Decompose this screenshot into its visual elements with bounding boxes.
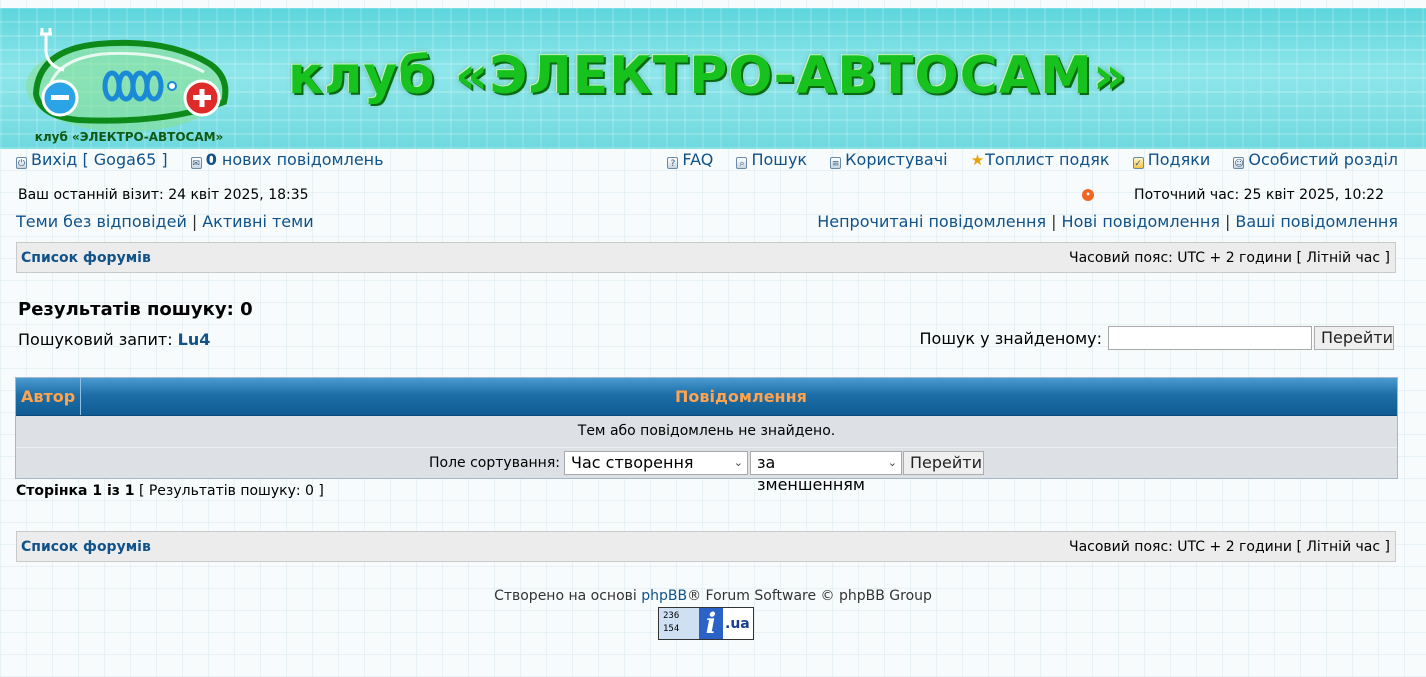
faq-link[interactable]: ? FAQ	[667, 150, 713, 169]
unanswered-topics-link[interactable]: Теми без відповідей	[16, 212, 187, 231]
toplist-link[interactable]: ★Топлист подяк	[971, 150, 1110, 169]
logout-icon: ⏻	[16, 157, 27, 169]
chevron-down-icon: ⌄	[733, 456, 743, 469]
search-within-form: Пошук у знайденому: Перейти	[919, 326, 1394, 350]
page-title: Результатів пошуку: 0	[18, 299, 253, 320]
search-within-input[interactable]	[1108, 326, 1312, 350]
sort-controls: Поле сортування: Час створення ⌄ за зменшен…	[16, 448, 1397, 494]
your-posts-link[interactable]: Ваші повідомлення	[1235, 212, 1398, 231]
user-icon: ☺	[1233, 157, 1245, 169]
username: Goga65	[93, 150, 157, 169]
counter-domain: .ua	[725, 616, 750, 632]
banner-title: клуб «ЭЛЕКТРО-АВТОСАМ»	[288, 46, 1128, 106]
forum-index-link[interactable]: Список форумів	[21, 539, 151, 555]
pagination: Сторінка 1 із 1 [ Результатів пошуку: 0 …	[16, 483, 324, 499]
unread-posts-link[interactable]: Непрочитані повідомлення	[817, 212, 1046, 231]
inbox-icon: ✉	[190, 157, 202, 169]
column-message: Повідомлення	[675, 387, 807, 406]
top-nav: ⏻ Вихід [ Goga65 ] ✉ 0 нових повідомлень ?…	[16, 150, 1398, 169]
site-banner[interactable]: клуб «ЭЛЕКТРО-АВТОСАМ» клуб «ЭЛЕКТРО-АВТ…	[0, 8, 1426, 149]
phpbb-link[interactable]: phpBB	[641, 588, 687, 604]
rss-icon[interactable]: •	[1082, 189, 1095, 201]
new-messages-link[interactable]: ✉ 0 нових повідомлень	[190, 150, 384, 169]
thanks-link[interactable]: ✓ Подяки	[1132, 150, 1210, 169]
results-table: Автор Повідомлення Тем або повідомлень н…	[15, 377, 1398, 494]
visitor-counter-badge[interactable]: 236 154 i .ua	[658, 607, 754, 640]
breadcrumb-bottom: Список форумів Часовий пояс: UTC + 2 год…	[16, 531, 1396, 562]
last-visit-text: Ваш останній візит: 24 квіт 2025, 18:35	[18, 187, 309, 203]
star-icon: ★	[970, 151, 985, 169]
timezone-text: Часовий пояс: UTC + 2 години [ Літній ча…	[1068, 250, 1390, 266]
sort-field-select[interactable]: Час створення ⌄	[563, 451, 748, 475]
search-within-go-button[interactable]: Перейти	[1314, 326, 1394, 350]
forum-index-link[interactable]: Список форумів	[21, 250, 151, 266]
timezone-text: Часовий пояс: UTC + 2 години [ Літній ча…	[1068, 539, 1390, 555]
footer-suffix: ® Forum Software © phpBB Group	[687, 588, 932, 604]
chevron-down-icon: ⌄	[887, 456, 897, 469]
search-link[interactable]: ⌕ Пошук	[736, 150, 807, 169]
counter-logo-icon: i	[699, 608, 723, 639]
ucp-link[interactable]: ☺ Особистий розділ	[1233, 150, 1398, 169]
members-list-icon: ≡	[830, 157, 842, 169]
visit-info: Ваш останній візит: 24 квіт 2025, 18:35 …	[16, 187, 1398, 203]
counter-top: 236	[663, 611, 680, 621]
new-messages-label: нових повідомлень	[216, 150, 384, 169]
counter-numbers: 236 154	[659, 608, 699, 639]
active-topics-link[interactable]: Активні теми	[202, 212, 313, 231]
logo-caption: клуб «ЭЛЕКТРО-АВТОСАМ»	[35, 130, 224, 144]
search-query: Пошуковий запит: Lu4	[18, 330, 210, 349]
new-messages-count: 0	[205, 150, 217, 169]
current-time-text: Поточний час: 25 квіт 2025, 10:22	[1134, 187, 1384, 203]
counter-bottom: 154	[663, 624, 680, 634]
search-query-label: Пошуковий запит:	[18, 330, 178, 349]
logout-link[interactable]: ⏻ Вихід [ Goga65 ]	[16, 150, 173, 169]
separator: |	[191, 212, 198, 231]
new-posts-link[interactable]: Нові повідомлення	[1062, 212, 1220, 231]
results-count-text: [ Результатів пошуку: 0 ]	[134, 483, 324, 499]
sort-go-button[interactable]: Перейти	[902, 451, 984, 475]
sort-label: Поле сортування:	[429, 455, 560, 471]
search-query-value[interactable]: Lu4	[178, 330, 211, 349]
faq-icon: ?	[667, 157, 679, 169]
column-divider	[80, 378, 81, 415]
empty-results-row: Тем або повідомлень не знайдено.	[16, 416, 1397, 448]
search-within-label: Пошук у знайденому:	[919, 328, 1103, 348]
footer-prefix: Створено на основі	[494, 588, 642, 604]
club-logo-icon[interactable]: клуб «ЭЛЕКТРО-АВТОСАМ»	[18, 20, 240, 148]
separator: |	[1051, 212, 1057, 231]
sort-direction-select[interactable]: за зменшенням ⌄	[749, 451, 902, 494]
column-author: Автор	[21, 387, 76, 406]
separator: |	[1224, 212, 1231, 231]
breadcrumb: Список форумів Часовий пояс: UTC + 2 год…	[16, 242, 1396, 273]
footer: Створено на основі phpBB® Forum Software…	[0, 588, 1426, 604]
table-header: Автор Повідомлення	[16, 378, 1397, 416]
search-icon: ⌕	[736, 157, 748, 169]
quick-links: Теми без відповідей | Активні теми Непрочи…	[16, 212, 1398, 231]
page-indicator: Сторінка 1 із 1	[16, 483, 135, 499]
members-link[interactable]: ≡ Користувачі	[830, 150, 948, 169]
thumbs-up-icon: ✓	[1132, 157, 1144, 169]
